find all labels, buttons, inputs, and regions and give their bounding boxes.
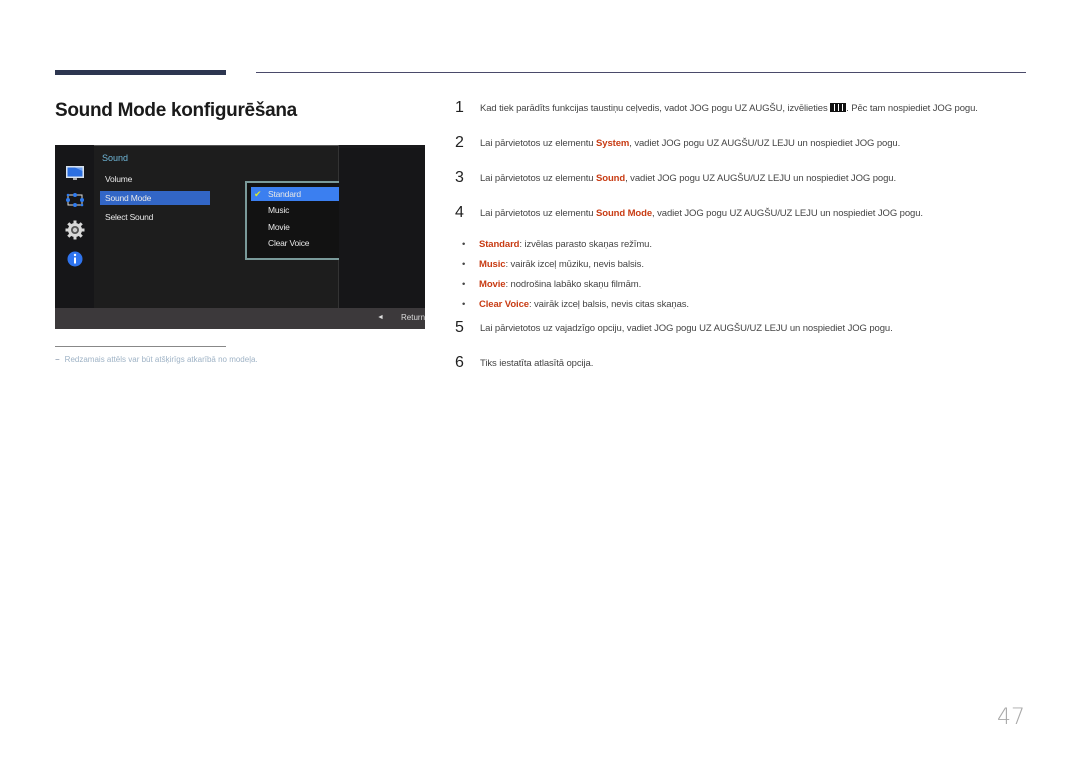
step-text-part: . Pēc tam nospiediet JOG pogu. xyxy=(846,103,978,114)
monitor-icon xyxy=(66,166,84,180)
osd-screenshot: Sound Volume Sound Mode Select Sound ✔ S… xyxy=(55,145,425,329)
step-text: Tiks iestatīta atlasītā opcija. xyxy=(480,358,594,369)
osd-option-label: Movie xyxy=(268,222,290,232)
bullet-text: Movie: nodrošina labāko skaņu filmām. xyxy=(479,279,641,290)
osd-option-label: Music xyxy=(268,205,290,215)
step-text: Lai pārvietotos uz elementu Sound, vadie… xyxy=(480,173,896,184)
bullet-desc: : nodrošina labāko skaņu filmām. xyxy=(505,279,642,290)
step-text: Lai pārvietotos uz vajadzīgo opciju, vad… xyxy=(480,323,893,334)
bullet-term: Music xyxy=(479,259,506,270)
page-title: Sound Mode konfigurēšana xyxy=(55,100,297,121)
bullet-dot: • xyxy=(462,279,466,290)
footnote: − Redzamais attēls var būt atšķirīgs atka… xyxy=(55,355,258,364)
bullet-dot: • xyxy=(462,299,466,310)
osd-option-label: Standard xyxy=(268,189,301,199)
step-text: Lai pārvietotos uz elementu Sound Mode, … xyxy=(480,208,923,219)
bullet-desc: : vairāk izceļ mūziku, nevis balsis. xyxy=(505,259,644,270)
osd-section-title: Sound xyxy=(102,153,129,163)
bullet-text: Clear Voice: vairāk izceļ balsis, nevis … xyxy=(479,299,689,310)
bullet-desc: : vairāk izceļ balsis, nevis citas skaņa… xyxy=(528,299,689,310)
step-number: 1 xyxy=(455,99,464,116)
step-text: Kad tiek parādīts funkcijas taustiņu ceļ… xyxy=(480,103,978,114)
gear-icon xyxy=(65,220,85,240)
bullet-dot: • xyxy=(462,239,466,250)
osd-icon-bar xyxy=(55,145,94,308)
step-text-part: , vadiet JOG pogu UZ AUGŠU/UZ LEJU un no… xyxy=(652,208,923,219)
step-text-part: Kad tiek parādīts funkcijas taustiņu ceļ… xyxy=(480,103,831,114)
osd-footer: ◄ Return xyxy=(55,308,425,329)
step-highlight: Sound Mode xyxy=(596,208,653,219)
bullet-term: Movie xyxy=(479,279,506,290)
bullet-dot: • xyxy=(462,259,466,270)
step-text-part: , vadiet JOG pogu UZ AUGŠU/UZ LEJU un no… xyxy=(625,173,896,184)
note-dash: − xyxy=(55,355,60,364)
note-divider xyxy=(55,346,226,347)
step-text-part: Lai pārvietotos uz elementu xyxy=(480,173,597,184)
bullet-desc: : izvēlas parasto skaņas režīmu. xyxy=(519,239,652,250)
step-text-part: Lai pārvietotos uz elementu xyxy=(480,138,597,149)
menu-icon xyxy=(830,103,847,112)
note-text: Redzamais attēls var būt atšķirīgs atkar… xyxy=(64,355,258,364)
step-text-part: , vadiet JOG pogu UZ AUGŠU/UZ LEJU un no… xyxy=(629,138,901,149)
osd-menu-item-volume[interactable]: Volume xyxy=(100,172,210,186)
info-icon xyxy=(67,251,83,267)
osd-menu-panel: Sound Volume Sound Mode Select Sound ✔ S… xyxy=(94,145,372,308)
osd-preview-area xyxy=(339,148,425,308)
return-arrow-icon: ◄ xyxy=(377,314,384,321)
return-button[interactable]: Return xyxy=(401,313,425,322)
bullet-text: Music: vairāk izceļ mūziku, nevis balsis… xyxy=(479,259,644,270)
osd-menu-item-select-sound[interactable]: Select Sound xyxy=(100,210,210,224)
step-number: 3 xyxy=(455,169,464,186)
page-number: 47 xyxy=(997,705,1025,730)
bullet-text: Standard: izvēlas parasto skaņas režīmu. xyxy=(479,239,652,250)
step-highlight: System xyxy=(596,138,630,149)
check-icon: ✔ xyxy=(254,189,262,199)
bullet-term: Standard xyxy=(479,239,520,250)
resize-icon xyxy=(66,193,84,207)
step-text-part: Lai pārvietotos uz elementu xyxy=(480,208,597,219)
bullet-term: Clear Voice xyxy=(479,299,529,310)
step-number: 6 xyxy=(455,354,464,371)
header-rule-thick xyxy=(55,70,226,75)
osd-menu-item-sound-mode[interactable]: Sound Mode xyxy=(100,191,210,205)
step-highlight: Sound xyxy=(596,173,626,184)
step-text: Lai pārvietotos uz elementu System, vadi… xyxy=(480,138,900,149)
header-rule-thin xyxy=(256,72,1026,73)
osd-option-label: Clear Voice xyxy=(268,238,310,248)
step-number: 2 xyxy=(455,134,464,151)
step-number: 5 xyxy=(455,319,464,336)
step-number: 4 xyxy=(455,204,464,221)
